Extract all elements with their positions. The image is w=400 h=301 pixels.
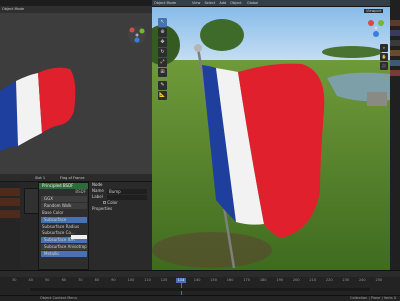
subsurface-field[interactable]: Subsurface xyxy=(41,217,87,223)
zoom-icon[interactable]: ⌕ xyxy=(380,44,388,52)
frame-tick-label: 180 xyxy=(259,278,267,282)
name-label: Name xyxy=(92,188,104,193)
right-navigation-gizmo-icon[interactable] xyxy=(364,16,388,40)
timeline-ruler[interactable]: 3040506070809010011012013014015016017018… xyxy=(12,278,392,284)
object-tab-icon[interactable] xyxy=(390,50,400,56)
object-menu[interactable]: Object xyxy=(230,1,241,5)
frame-tick-label: 100 xyxy=(127,278,135,282)
left-flag-preview xyxy=(0,67,76,151)
node-editor-header: Slot 1 Flag of France xyxy=(0,174,152,182)
right-3d-viewport[interactable]: Object Mode View Select Add Object Globa… xyxy=(152,0,390,270)
frame-tick-label: 30 xyxy=(12,278,17,282)
frame-tick-label: 140 xyxy=(193,278,201,282)
timeline-editor[interactable]: 3040506070809010011012013014015016017018… xyxy=(0,270,400,301)
frame-tick-label: 240 xyxy=(358,278,366,282)
frame-tick-label: 80 xyxy=(94,278,100,282)
transform-tool-icon[interactable]: ⊞ xyxy=(158,68,167,77)
frame-tick-label: 120 xyxy=(160,278,168,282)
color-label: Color xyxy=(107,200,118,205)
cursor-tool-icon[interactable]: ⊕ xyxy=(158,28,167,37)
render-tab-icon[interactable] xyxy=(390,30,400,36)
scale-tool-icon[interactable]: ⤢ xyxy=(158,58,167,67)
right-view-mode-dropdown[interactable]: Object Mode xyxy=(154,1,176,5)
subsurface-method-dropdown[interactable]: Random Walk xyxy=(41,203,87,209)
scene-statistics: Collection | Plane | Verts 0 xyxy=(350,296,396,300)
frame-tick-label: 230 xyxy=(342,278,350,282)
transform-orientation-dropdown[interactable]: Global xyxy=(247,1,258,5)
output-tab-icon[interactable] xyxy=(390,40,400,46)
status-hint: Object Context Menu xyxy=(40,296,77,300)
frame-tick-label: 200 xyxy=(292,278,300,282)
viewport-toolbar: ↖ ⊕ ✥ ↻ ⤢ ⊞ ✎ 📐 xyxy=(158,18,167,101)
principled-bsdf-node[interactable]: Principled BSDF BSDF GGX Random Walk Bas… xyxy=(38,182,90,270)
frame-tick-label: 50 xyxy=(45,278,50,282)
material-tab-icon[interactable] xyxy=(390,70,400,76)
distribution-dropdown[interactable]: GGX xyxy=(41,196,87,202)
label-label: Label xyxy=(92,194,103,199)
frame-tick-label: 250 xyxy=(375,278,383,282)
bsdf-output: BSDF xyxy=(75,189,86,194)
left-viewport-header: Object Mode xyxy=(0,6,152,13)
measure-tool-icon[interactable]: 📐 xyxy=(158,91,167,100)
left-3d-viewport[interactable]: Object Mode xyxy=(0,6,152,174)
view-menu[interactable]: View xyxy=(192,1,200,5)
tool-tab-icon[interactable] xyxy=(390,20,400,26)
node-name-field[interactable]: Bump xyxy=(107,189,147,194)
viewport-options-button[interactable]: Viewport xyxy=(364,9,384,13)
subsurface-anisotropy-field[interactable]: Subsurface Anisotropy xyxy=(41,244,87,250)
toolbar-item[interactable] xyxy=(0,188,20,196)
toolbar-item[interactable] xyxy=(0,198,20,206)
timeline-header xyxy=(0,271,400,277)
rotate-tool-icon[interactable]: ↻ xyxy=(158,48,167,57)
frame-tick-label: 40 xyxy=(28,278,33,282)
right-viewport-header: Object Mode View Select Add Object Globa… xyxy=(152,0,390,7)
frame-tick-label: 150 xyxy=(210,278,217,282)
toolbar-item[interactable] xyxy=(0,210,20,218)
shader-node-editor[interactable]: Slot 1 Flag of France Color Alpha Princi… xyxy=(0,174,152,270)
node-properties-panel: Node Name Bump Label Color Properties xyxy=(88,182,152,270)
viewport-nav-buttons: ⌕ ✋ 🎥 xyxy=(380,44,388,71)
properties-label: Properties xyxy=(92,206,113,211)
rendered-scene xyxy=(152,0,390,270)
frame-tick-label: 60 xyxy=(61,278,67,282)
move-tool-icon[interactable]: ✥ xyxy=(158,38,167,47)
material-name[interactable]: Flag of France xyxy=(60,176,85,180)
frame-tick-label: 210 xyxy=(309,278,317,282)
pan-hand-icon[interactable]: ✋ xyxy=(380,53,388,61)
timeline-scrollbar[interactable] xyxy=(30,288,370,291)
status-bar: Object Context Menu Collection | Plane |… xyxy=(0,295,400,301)
add-menu[interactable]: Add xyxy=(219,1,226,5)
frame-tick-label: 160 xyxy=(226,278,234,282)
frame-tick-label: 220 xyxy=(325,278,333,282)
right-header-menu: View Select Add Object xyxy=(192,1,242,5)
select-tool-icon[interactable]: ↖ xyxy=(158,18,167,27)
frame-tick-label: 170 xyxy=(243,278,250,282)
annotate-tool-icon[interactable]: ✎ xyxy=(158,81,167,90)
navigation-gizmo-icon[interactable] xyxy=(126,24,148,46)
frame-tick-label: 190 xyxy=(276,278,284,282)
frame-tick-label: 110 xyxy=(144,278,151,282)
camera-view-icon[interactable]: 🎥 xyxy=(380,62,388,70)
view-mode-dropdown[interactable]: Object Mode xyxy=(2,7,24,11)
base-color-input[interactable]: Base Color xyxy=(39,210,89,216)
metallic-field[interactable]: Metallic xyxy=(41,251,87,257)
color-checkbox[interactable] xyxy=(103,201,106,204)
frame-tick-label: 90 xyxy=(111,278,116,282)
properties-tab-strip xyxy=(390,0,400,270)
frame-tick-label: 70 xyxy=(78,278,83,282)
node-label-field[interactable] xyxy=(107,195,147,200)
subsurface-color-swatch[interactable] xyxy=(71,235,87,239)
select-menu[interactable]: Select xyxy=(204,1,215,5)
node-editor-toolbar xyxy=(0,182,20,270)
modifier-tab-icon[interactable] xyxy=(390,60,400,66)
slot-dropdown[interactable]: Slot 1 xyxy=(35,176,45,180)
